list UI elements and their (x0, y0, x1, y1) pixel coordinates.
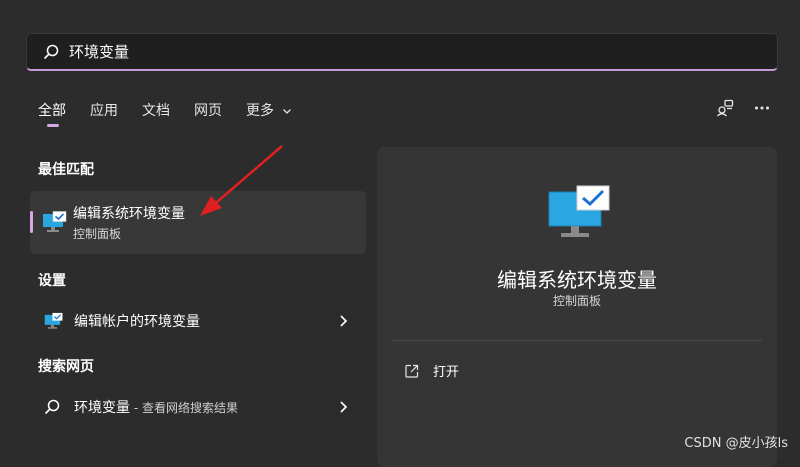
search-box[interactable] (26, 33, 778, 71)
preview-title: 编辑系统环境变量 (497, 268, 657, 292)
result-preview-pane: 编辑系统环境变量 控制面板 打开 (377, 147, 777, 467)
more-options-icon[interactable] (754, 100, 770, 116)
start-search-panel: 全部 应用 文档 网页 更多 最佳匹配 (0, 0, 800, 467)
open-external-icon (405, 364, 419, 378)
tab-web[interactable]: 网页 (194, 100, 222, 120)
system-monitor-icon (44, 312, 63, 329)
web-search-query: 环境变量 (74, 400, 130, 416)
system-monitor-icon (548, 185, 610, 237)
open-action[interactable]: 打开 (405, 361, 459, 380)
chevron-right-icon[interactable] (338, 314, 348, 328)
best-match-subtitle: 控制面板 (73, 227, 122, 241)
settings-header: 设置 (38, 273, 66, 289)
watermark: CSDN @皮小孩ls (684, 436, 788, 451)
web-search-header: 搜索网页 (38, 359, 94, 375)
settings-result-item[interactable]: 编辑帐户的环境变量 (30, 303, 366, 339)
filter-tabs: 全部 应用 文档 网页 更多 (38, 100, 316, 127)
search-icon (43, 44, 59, 59)
best-match-title: 编辑系统环境变量 (73, 206, 185, 222)
best-match-result[interactable]: 编辑系统环境变量 控制面板 (30, 191, 366, 254)
open-action-label: 打开 (433, 365, 460, 380)
tab-all[interactable]: 全部 (38, 100, 66, 127)
chevron-down-icon (283, 109, 292, 114)
tab-apps[interactable]: 应用 (90, 100, 118, 120)
preview-subtitle: 控制面板 (552, 294, 601, 308)
web-search-suffix: - 查看网络搜索结果 (130, 401, 238, 415)
toolbar-icons (716, 99, 770, 117)
settings-item-label: 编辑帐户的环境变量 (74, 314, 200, 330)
divider (392, 340, 762, 341)
web-search-result-item[interactable]: 环境变量 - 查看网络搜索结果 (30, 389, 366, 425)
selection-indicator (30, 211, 33, 233)
search-icon (44, 399, 60, 415)
system-monitor-icon (43, 211, 67, 232)
search-input[interactable] (67, 36, 777, 67)
best-match-header: 最佳匹配 (38, 162, 94, 178)
chevron-right-icon[interactable] (338, 400, 348, 414)
tab-more[interactable]: 更多 (246, 100, 292, 120)
tab-more-label: 更多 (246, 103, 274, 119)
account-switch-icon[interactable] (716, 99, 734, 117)
tab-documents[interactable]: 文档 (142, 100, 170, 120)
